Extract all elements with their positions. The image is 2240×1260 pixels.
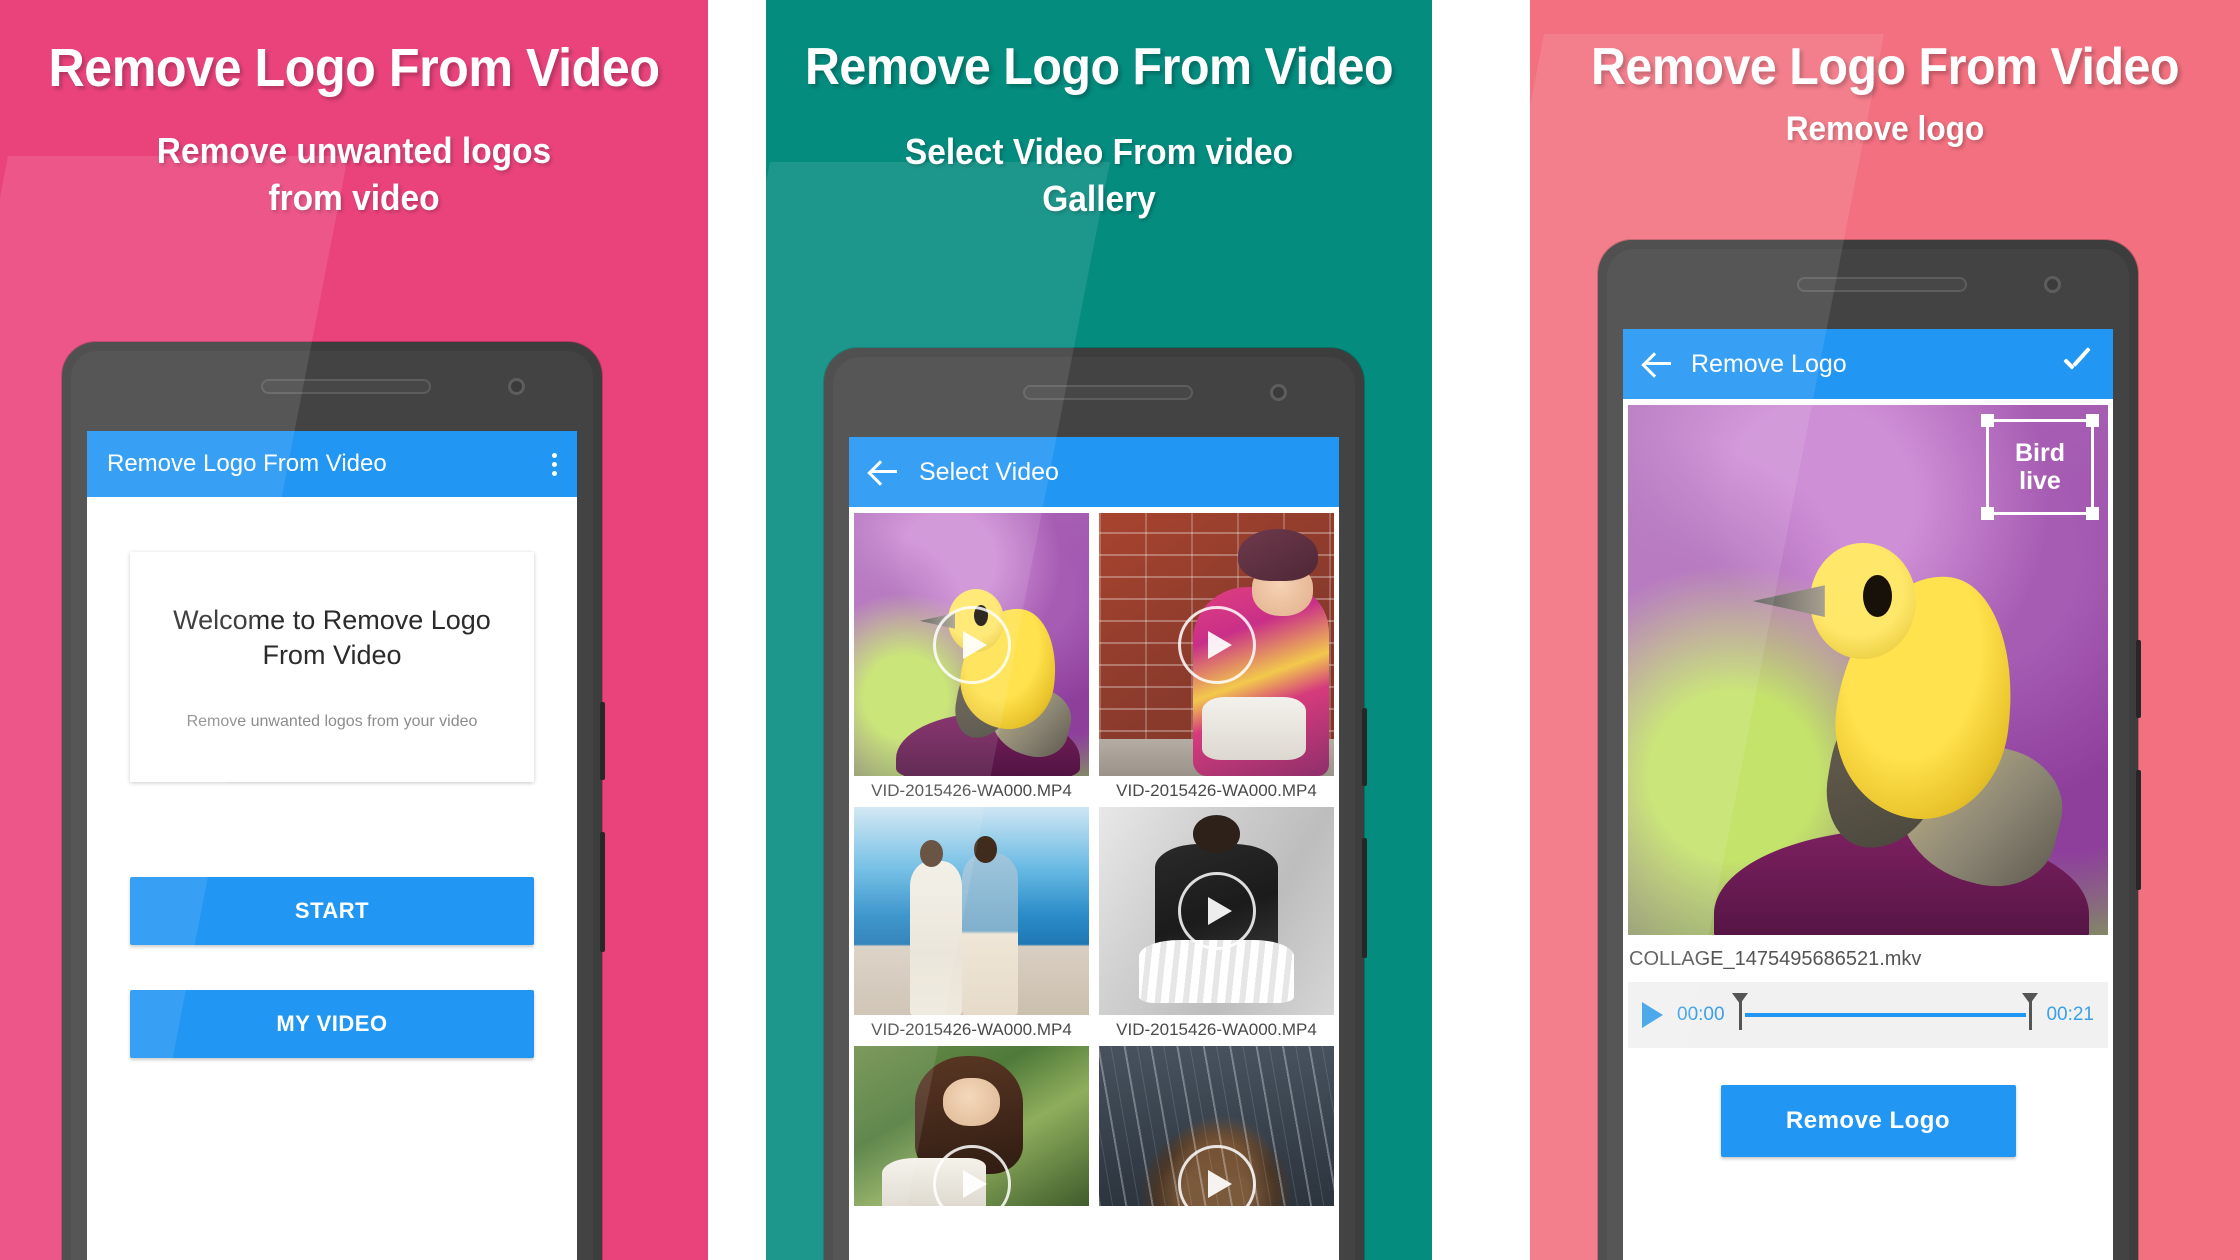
panel-three-headings: Remove Logo From Video Remove logo (1530, 0, 2240, 151)
panel-one-subtitle: Remove unwanted logos from video (25, 127, 683, 222)
welcome-card-title: Welcome to Remove Logo From Video (173, 603, 491, 672)
phone-side-button-lower (600, 832, 605, 952)
phone-camera-icon (1270, 384, 1287, 401)
logo-box-line-2: live (2019, 467, 2061, 495)
phone-side-button-upper (600, 702, 605, 780)
gallery-thumbnail[interactable] (854, 807, 1089, 1015)
back-arrow-icon[interactable] (869, 457, 899, 487)
gallery-item-name: VID-2015426-WA000.MP4 (1116, 1020, 1317, 1039)
trim-handle-start[interactable] (1731, 993, 1748, 1030)
phone-bezel-three: Remove Logo Bird live COLLAGE_1475495686… (1607, 249, 2129, 1260)
gallery-item[interactable]: VID-2015426-WA000.MP4 (854, 807, 1089, 1046)
play-icon[interactable] (1642, 1002, 1663, 1028)
phone-side-button-upper (1362, 708, 1367, 786)
phone-bezel-two: Select Video VID-2015426-WA000.MP4 VID-2… (833, 357, 1355, 1260)
phone-side-button-upper (2136, 640, 2141, 718)
phone-speaker-icon (261, 379, 431, 394)
panel-gap-one (708, 0, 766, 1260)
gallery-item[interactable]: VID-2015426-WA000.MP4 (1099, 513, 1334, 807)
start-time-label: 00:00 (1677, 1004, 1725, 1025)
phone-screen-three: Remove Logo Bird live COLLAGE_1475495686… (1623, 329, 2113, 1260)
gallery-item[interactable] (854, 1046, 1089, 1206)
gallery-thumbnail[interactable] (1099, 513, 1334, 776)
video-gallery-grid: VID-2015426-WA000.MP4 VID-2015426-WA000. (849, 507, 1339, 1206)
end-time-label: 00:21 (2046, 1004, 2094, 1025)
check-icon[interactable] (2059, 347, 2093, 381)
trim-progress-line (1744, 1013, 2027, 1017)
phone-screen-one: Remove Logo From Video Welcome to Remove… (87, 431, 577, 1260)
phone-camera-icon (508, 378, 525, 395)
trim-track[interactable] (1731, 993, 2039, 1030)
phone-speaker-icon (1797, 277, 1967, 292)
gallery-thumbnail[interactable] (854, 513, 1089, 776)
appbar-two: Select Video (849, 437, 1339, 507)
gallery-thumbnail[interactable] (1099, 807, 1334, 1015)
more-vertical-icon[interactable] (552, 452, 557, 476)
trim-handle-end[interactable] (2022, 993, 2039, 1030)
start-button[interactable]: START (130, 877, 534, 945)
appbar-three: Remove Logo (1623, 329, 2113, 399)
appbar-one-title: Remove Logo From Video (107, 450, 387, 477)
panel-two-title: Remove Logo From Video (804, 38, 1394, 96)
panel-three-title: Remove Logo From Video (1590, 38, 2180, 96)
video-trim-controls: 00:00 00:21 (1628, 982, 2108, 1048)
panel-two-subtitle-line-2: Gallery (1042, 178, 1156, 220)
phone-bezel-one: Remove Logo From Video Welcome to Remove… (71, 351, 593, 1260)
phone-speaker-icon (1023, 385, 1193, 400)
gallery-item-name: VID-2015426-WA000.MP4 (1116, 781, 1317, 800)
phone-camera-icon (2044, 276, 2061, 293)
gallery-thumbnail[interactable] (854, 1046, 1089, 1206)
back-arrow-icon[interactable] (1643, 349, 1673, 379)
phone-mockup-three: Remove Logo Bird live COLLAGE_1475495686… (1598, 240, 2141, 1260)
gallery-item[interactable]: VID-2015426-WA000.MP4 (854, 513, 1089, 807)
phone-mockup-one: Remove Logo From Video Welcome to Remove… (62, 342, 605, 1260)
thumbnail-art-couple (854, 807, 1089, 1015)
welcome-card-title-line-1: Welcome to Remove Logo (173, 605, 491, 636)
start-button-label: START (294, 898, 370, 923)
phone-screen-two: Select Video VID-2015426-WA000.MP4 VID-2… (849, 437, 1339, 1260)
gallery-item-name: VID-2015426-WA000.MP4 (871, 1020, 1072, 1039)
panel-one-title: Remove Logo From Video (48, 38, 660, 98)
appbar-two-title: Select Video (919, 457, 1059, 486)
remove-logo-button-label: Remove Logo (1785, 1107, 1951, 1134)
panel-two-subtitle: Select Video From video Gallery (789, 128, 1408, 223)
welcome-card-subtitle: Remove unwanted logos from your video (186, 712, 478, 730)
play-icon[interactable] (932, 605, 1011, 684)
play-icon[interactable] (1177, 605, 1256, 684)
panel-one-subtitle-line-2: from video (268, 177, 440, 219)
panel-one-headings: Remove Logo From Video Remove unwanted l… (0, 0, 708, 222)
phone-side-button-lower (2136, 770, 2141, 890)
gallery-thumbnail[interactable] (1099, 1046, 1334, 1206)
file-name-label: COLLAGE_1475495686521.mkv (1629, 948, 1922, 970)
logo-selection-box[interactable]: Bird live (1981, 414, 2099, 520)
panel-one: Remove Logo From Video Remove unwanted l… (0, 0, 708, 1260)
phone-side-button-lower (1362, 838, 1367, 958)
screenshot-stage: Remove Logo From Video Remove unwanted l… (0, 0, 2240, 1260)
welcome-card-title-line-2: From Video (262, 640, 402, 670)
video-preview[interactable]: Bird live (1628, 405, 2108, 935)
panel-two: Remove Logo From Video Select Video From… (766, 0, 1432, 1260)
logo-box-line-1: Bird (2015, 439, 2065, 467)
appbar-one: Remove Logo From Video (87, 431, 577, 497)
remove-logo-button[interactable]: Remove Logo (1720, 1085, 2016, 1157)
my-video-button[interactable]: MY VIDEO (130, 990, 534, 1058)
appbar-three-title: Remove Logo (1691, 349, 1847, 378)
panel-two-headings: Remove Logo From Video Select Video From… (766, 0, 1432, 223)
welcome-card: Welcome to Remove Logo From Video Remove… (130, 552, 534, 782)
panel-three: Remove Logo From Video Remove logo Remov… (1530, 0, 2240, 1260)
play-icon[interactable] (1177, 872, 1256, 950)
gallery-item-name: VID-2015426-WA000.MP4 (871, 781, 1072, 800)
panel-three-subtitle: Remove logo (1555, 107, 2215, 151)
my-video-button-label: MY VIDEO (276, 1011, 388, 1036)
panel-two-subtitle-line-1: Select Video From video (904, 130, 1294, 172)
panel-three-subtitle-line-1: Remove logo (1785, 109, 1985, 148)
gallery-item[interactable] (1099, 1046, 1334, 1206)
panel-gap-two (1432, 0, 1530, 1260)
panel-one-subtitle-line-1: Remove unwanted logos (156, 129, 552, 171)
phone-mockup-two: Select Video VID-2015426-WA000.MP4 VID-2… (824, 348, 1367, 1260)
gallery-item[interactable]: VID-2015426-WA000.MP4 (1099, 807, 1334, 1046)
